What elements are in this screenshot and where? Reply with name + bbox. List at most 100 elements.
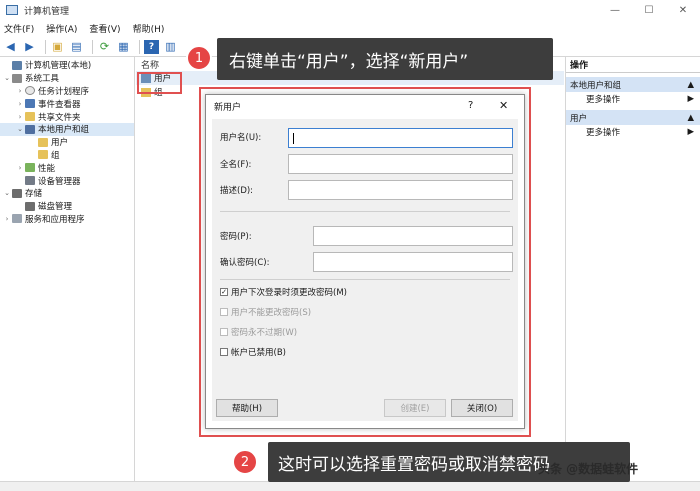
section-label: 本地用户和组 [570, 80, 622, 91]
checkbox-box[interactable] [220, 348, 228, 356]
toolbar-divider [139, 39, 140, 54]
dialog-body: 用户名(U): 全名(F): 描述(D): 密码(P): 确认密码(C): ✓ … [212, 119, 518, 421]
password-field[interactable] [313, 226, 513, 246]
users-highlight-box [137, 72, 182, 94]
folder-icon [38, 137, 48, 147]
expand-arrow-icon[interactable]: › [15, 100, 25, 108]
expand-arrow-icon[interactable]: › [15, 87, 25, 95]
folder-icon [25, 112, 35, 122]
tree-item[interactable]: › 性能 [0, 161, 134, 174]
tree-item[interactable]: 计算机管理(本地) [0, 59, 134, 72]
actions-pane: 操作 本地用户和组 ▲ 更多操作 ▶ 用户 ▲ 更多操作 ▶ [565, 57, 700, 481]
tree-item-label: 组 [51, 150, 60, 161]
password-never-expires-checkbox: 密码永不过期(W) [220, 326, 297, 338]
collapse-icon[interactable]: ▲ [687, 80, 694, 90]
folder-up-icon[interactable]: ▣ [50, 40, 65, 54]
tree-item-label: 用户 [51, 138, 69, 149]
expand-arrow-icon[interactable]: › [15, 113, 25, 121]
actions-section-users[interactable]: 用户 ▲ [566, 110, 700, 125]
actions-more-actions[interactable]: 更多操作 ▶ [566, 92, 700, 106]
tree-item[interactable]: 组 [0, 149, 134, 162]
username-label: 用户名(U): [220, 133, 262, 143]
account-disabled-checkbox[interactable]: 帐户已禁用(B) [220, 346, 286, 358]
new-user-dialog: 新用户 ? ✕ 用户名(U): 全名(F): 描述(D): 密码(P): 确认密… [205, 94, 525, 429]
close-dialog-button[interactable]: 关闭(O) [451, 399, 513, 417]
tree-item-label: 本地用户和组 [38, 125, 90, 136]
fullname-field[interactable] [288, 154, 513, 174]
tree-item[interactable]: › 共享文件夹 [0, 110, 134, 123]
maximize-button[interactable]: ☐ [632, 0, 666, 20]
window-controls: — ☐ ✕ [598, 0, 700, 20]
back-icon[interactable]: ◀ [3, 40, 18, 54]
export-icon[interactable]: ▦ [116, 40, 131, 54]
folder-icon [38, 150, 48, 160]
tree-item[interactable]: ⌄ 存储 [0, 187, 134, 200]
tree-item-label: 设备管理器 [38, 176, 81, 187]
checkbox-box [220, 328, 228, 336]
close-button[interactable]: ✕ [666, 0, 700, 20]
tree-item[interactable]: › 服务和应用程序 [0, 213, 134, 226]
help-icon[interactable]: ? [144, 39, 159, 54]
menu-action[interactable]: 操作(A) [46, 22, 77, 35]
properties-icon[interactable]: ▥ [163, 40, 178, 54]
description-label: 描述(D): [220, 186, 254, 196]
step-badge-1: 1 [186, 45, 212, 71]
checkbox-box [220, 308, 228, 316]
confirm-password-label: 确认密码(C): [220, 258, 270, 268]
tree-item-label: 存储 [25, 189, 43, 200]
disk-icon [25, 201, 35, 211]
menu-help[interactable]: 帮助(H) [133, 22, 165, 35]
actions-more-actions[interactable]: 更多操作 ▶ [566, 125, 700, 139]
window-titlebar: 计算机管理 — ☐ ✕ [0, 0, 700, 20]
event-icon [25, 99, 35, 109]
password-label: 密码(P): [220, 232, 252, 242]
tree-item-label: 性能 [38, 163, 56, 174]
checkbox-label: 密码永不过期(W) [231, 328, 298, 338]
refresh-icon[interactable]: ⟳ [97, 40, 112, 54]
service-icon [12, 214, 22, 224]
menu-view[interactable]: 查看(V) [89, 22, 120, 35]
expand-arrow-icon[interactable]: ⌄ [2, 74, 12, 82]
tree-item[interactable]: 设备管理器 [0, 174, 134, 187]
expand-arrow-icon[interactable]: › [15, 164, 25, 172]
minimize-button[interactable]: — [598, 0, 632, 20]
must-change-password-checkbox[interactable]: ✓ 用户下次登录时须更改密码(M) [220, 286, 347, 298]
tree-item[interactable]: 用户 [0, 136, 134, 149]
checkbox-label: 用户下次登录时须更改密码(M) [231, 288, 347, 298]
tree-item-label: 事件查看器 [38, 99, 81, 110]
text-caret [293, 132, 294, 144]
expand-arrow-icon[interactable]: › [2, 215, 12, 223]
dialog-help-icon[interactable]: ? [468, 100, 473, 111]
tree-item[interactable]: › 任务计划程序 [0, 85, 134, 98]
help-button[interactable]: 帮助(H) [216, 399, 278, 417]
tree-item-label: 任务计划程序 [38, 86, 90, 97]
username-field[interactable] [288, 128, 513, 148]
expand-arrow-icon[interactable]: ⌄ [15, 125, 25, 133]
tree-item[interactable]: ⌄ 本地用户和组 [0, 122, 134, 136]
dialog-close-icon[interactable]: ✕ [499, 99, 508, 112]
navigation-tree: 计算机管理(本地) ⌄ 系统工具 › 任务计划程序 › 事件查看器 › 共享文件夹 ⌄ 本地用户和组… [0, 57, 135, 481]
actions-section-local-users-groups[interactable]: 本地用户和组 ▲ [566, 77, 700, 92]
actions-title: 操作 [566, 57, 700, 73]
disk-icon [12, 188, 22, 198]
tree-item-label: 服务和应用程序 [25, 214, 85, 225]
submenu-arrow-icon: ▶ [687, 127, 694, 137]
tree-item[interactable]: 磁盘管理 [0, 200, 134, 213]
tree-item[interactable]: › 事件查看器 [0, 97, 134, 110]
checkbox-box[interactable]: ✓ [220, 288, 228, 296]
create-button: 创建(E) [384, 399, 446, 417]
submenu-arrow-icon: ▶ [687, 94, 694, 104]
forward-icon[interactable]: ▶ [22, 40, 37, 54]
description-field[interactable] [288, 180, 513, 200]
expand-arrow-icon[interactable]: ⌄ [2, 189, 12, 197]
menu-file[interactable]: 文件(F) [4, 22, 34, 35]
show-hide-tree-icon[interactable]: ▤ [69, 40, 84, 54]
collapse-icon[interactable]: ▲ [687, 113, 694, 123]
tree-item[interactable]: ⌄ 系统工具 [0, 72, 134, 85]
dialog-titlebar: 新用户 ? ✕ [206, 95, 524, 117]
fullname-label: 全名(F): [220, 160, 252, 170]
confirm-password-field[interactable] [313, 252, 513, 272]
step-badge-2: 2 [232, 449, 258, 475]
toolbar-divider [92, 39, 93, 54]
checkbox-label: 用户不能更改密码(S) [231, 308, 312, 318]
